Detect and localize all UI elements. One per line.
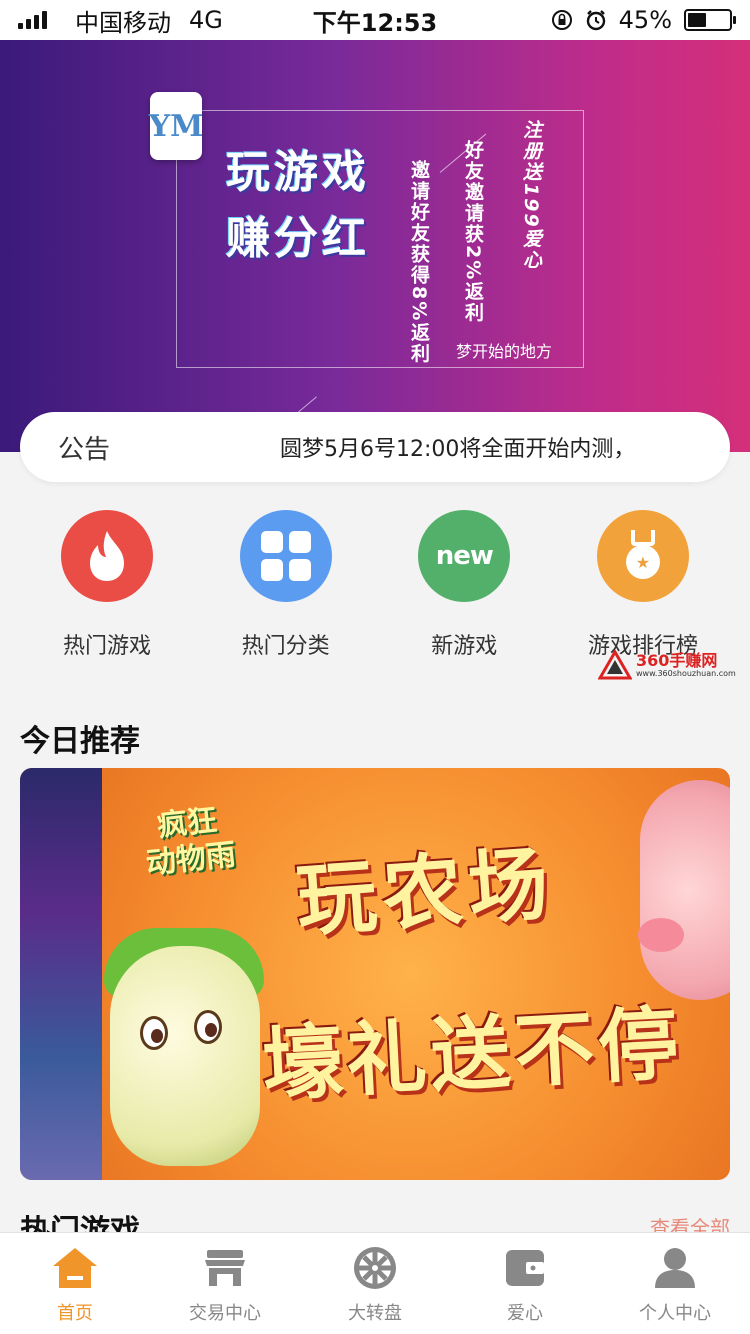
tab-label: 个人中心 bbox=[639, 1303, 711, 1324]
banner-headline-1: 玩游戏 bbox=[226, 147, 370, 198]
banner-promo-invite: 邀请好友获得8%返利 bbox=[408, 160, 430, 365]
promo-side-image bbox=[20, 768, 102, 1180]
wallet-icon bbox=[500, 1243, 550, 1293]
brand-logo: YM bbox=[149, 92, 203, 160]
category-label: 新游戏 bbox=[431, 634, 498, 659]
watermark-url: www.360shouzhuan.com bbox=[636, 668, 736, 678]
category-new-games[interactable]: new 新游戏 bbox=[375, 510, 553, 660]
battery-percent: 45% bbox=[618, 6, 672, 34]
bottom-tab-bar: 首页 交易中心 大转盘 爱心 个人中心 bbox=[0, 1232, 750, 1334]
watermark-text: 360手赚网 bbox=[636, 650, 718, 670]
status-bar: 中国移动 4G 下午12:53 45% bbox=[0, 0, 750, 40]
tab-profile[interactable]: 个人中心 bbox=[600, 1233, 750, 1334]
category-hot-categories[interactable]: 热门分类 bbox=[197, 510, 375, 660]
medal-icon: ★ bbox=[596, 510, 689, 602]
category-label: 热门游戏 bbox=[62, 634, 151, 659]
banner-headline: 玩游戏 赚分红 bbox=[226, 140, 370, 272]
new-icon: new bbox=[418, 510, 511, 602]
category-hot-games[interactable]: 热门游戏 bbox=[18, 510, 196, 660]
status-right: 45% bbox=[551, 6, 736, 34]
tab-love[interactable]: 爱心 bbox=[450, 1233, 600, 1334]
notice-bar[interactable]: 公告 圆梦5月6号12:00将全面开始内测， bbox=[20, 412, 730, 482]
notice-text: 圆梦5月6号12:00将全面开始内测， bbox=[280, 437, 636, 462]
alarm-icon bbox=[586, 10, 605, 31]
pig-illustration bbox=[640, 780, 730, 1000]
tab-wheel[interactable]: 大转盘 bbox=[300, 1233, 450, 1334]
banner-promo-register: 注册送199爱心 bbox=[520, 120, 542, 271]
watermark: 360手赚网 www.360shouzhuan.com bbox=[598, 650, 736, 680]
watermark-logo-icon bbox=[598, 650, 632, 680]
promo-banner[interactable]: 疯狂 动物雨 玩农场 壕礼送不停 bbox=[20, 768, 730, 1180]
notice-label: 公告 bbox=[58, 434, 111, 465]
store-icon bbox=[200, 1243, 250, 1293]
flame-icon bbox=[61, 510, 153, 602]
signal-icon bbox=[18, 11, 47, 29]
promo-headline-1: 玩农场 bbox=[293, 837, 558, 948]
category-label: 热门分类 bbox=[241, 634, 330, 659]
tab-label: 大转盘 bbox=[348, 1303, 402, 1324]
vegetable-mascot bbox=[110, 946, 260, 1166]
person-icon bbox=[650, 1243, 700, 1293]
category-shortcuts: 热门游戏 热门分类 new 新游戏 ★ 游戏排行榜 bbox=[18, 510, 732, 660]
promo-game-logo: 疯狂 动物雨 bbox=[144, 803, 238, 882]
promo-headline-2: 壕礼送不停 bbox=[260, 997, 685, 1112]
network-label: 4G bbox=[189, 6, 223, 34]
pig-nose bbox=[638, 918, 684, 952]
tab-home[interactable]: 首页 bbox=[0, 1233, 150, 1334]
banner-headline-2: 赚分红 bbox=[226, 213, 370, 264]
grid-icon bbox=[239, 510, 332, 602]
section-title-today: 今日推荐 bbox=[20, 724, 140, 759]
hero-banner[interactable]: YM 玩游戏 赚分红 邀请好友获得8%返利 好友邀请获2%返利 注册送199爱心… bbox=[0, 40, 750, 452]
home-icon bbox=[50, 1243, 100, 1293]
banner-tagline: 梦开始的地方 bbox=[456, 342, 553, 361]
banner-promo-friend: 好友邀请获2%返利 bbox=[462, 140, 484, 324]
tab-trade-center[interactable]: 交易中心 bbox=[150, 1233, 300, 1334]
battery-icon bbox=[684, 9, 736, 31]
tab-label: 爱心 bbox=[507, 1303, 543, 1324]
status-left: 中国移动 4G bbox=[18, 3, 223, 38]
battery-fill bbox=[688, 13, 706, 27]
tab-label: 首页 bbox=[57, 1303, 93, 1324]
category-game-ranking[interactable]: ★ 游戏排行榜 bbox=[554, 510, 732, 660]
wheel-icon bbox=[350, 1243, 400, 1293]
tab-label: 交易中心 bbox=[189, 1303, 261, 1324]
carrier-label: 中国移动 bbox=[75, 8, 171, 37]
rotation-lock-icon bbox=[551, 10, 572, 30]
